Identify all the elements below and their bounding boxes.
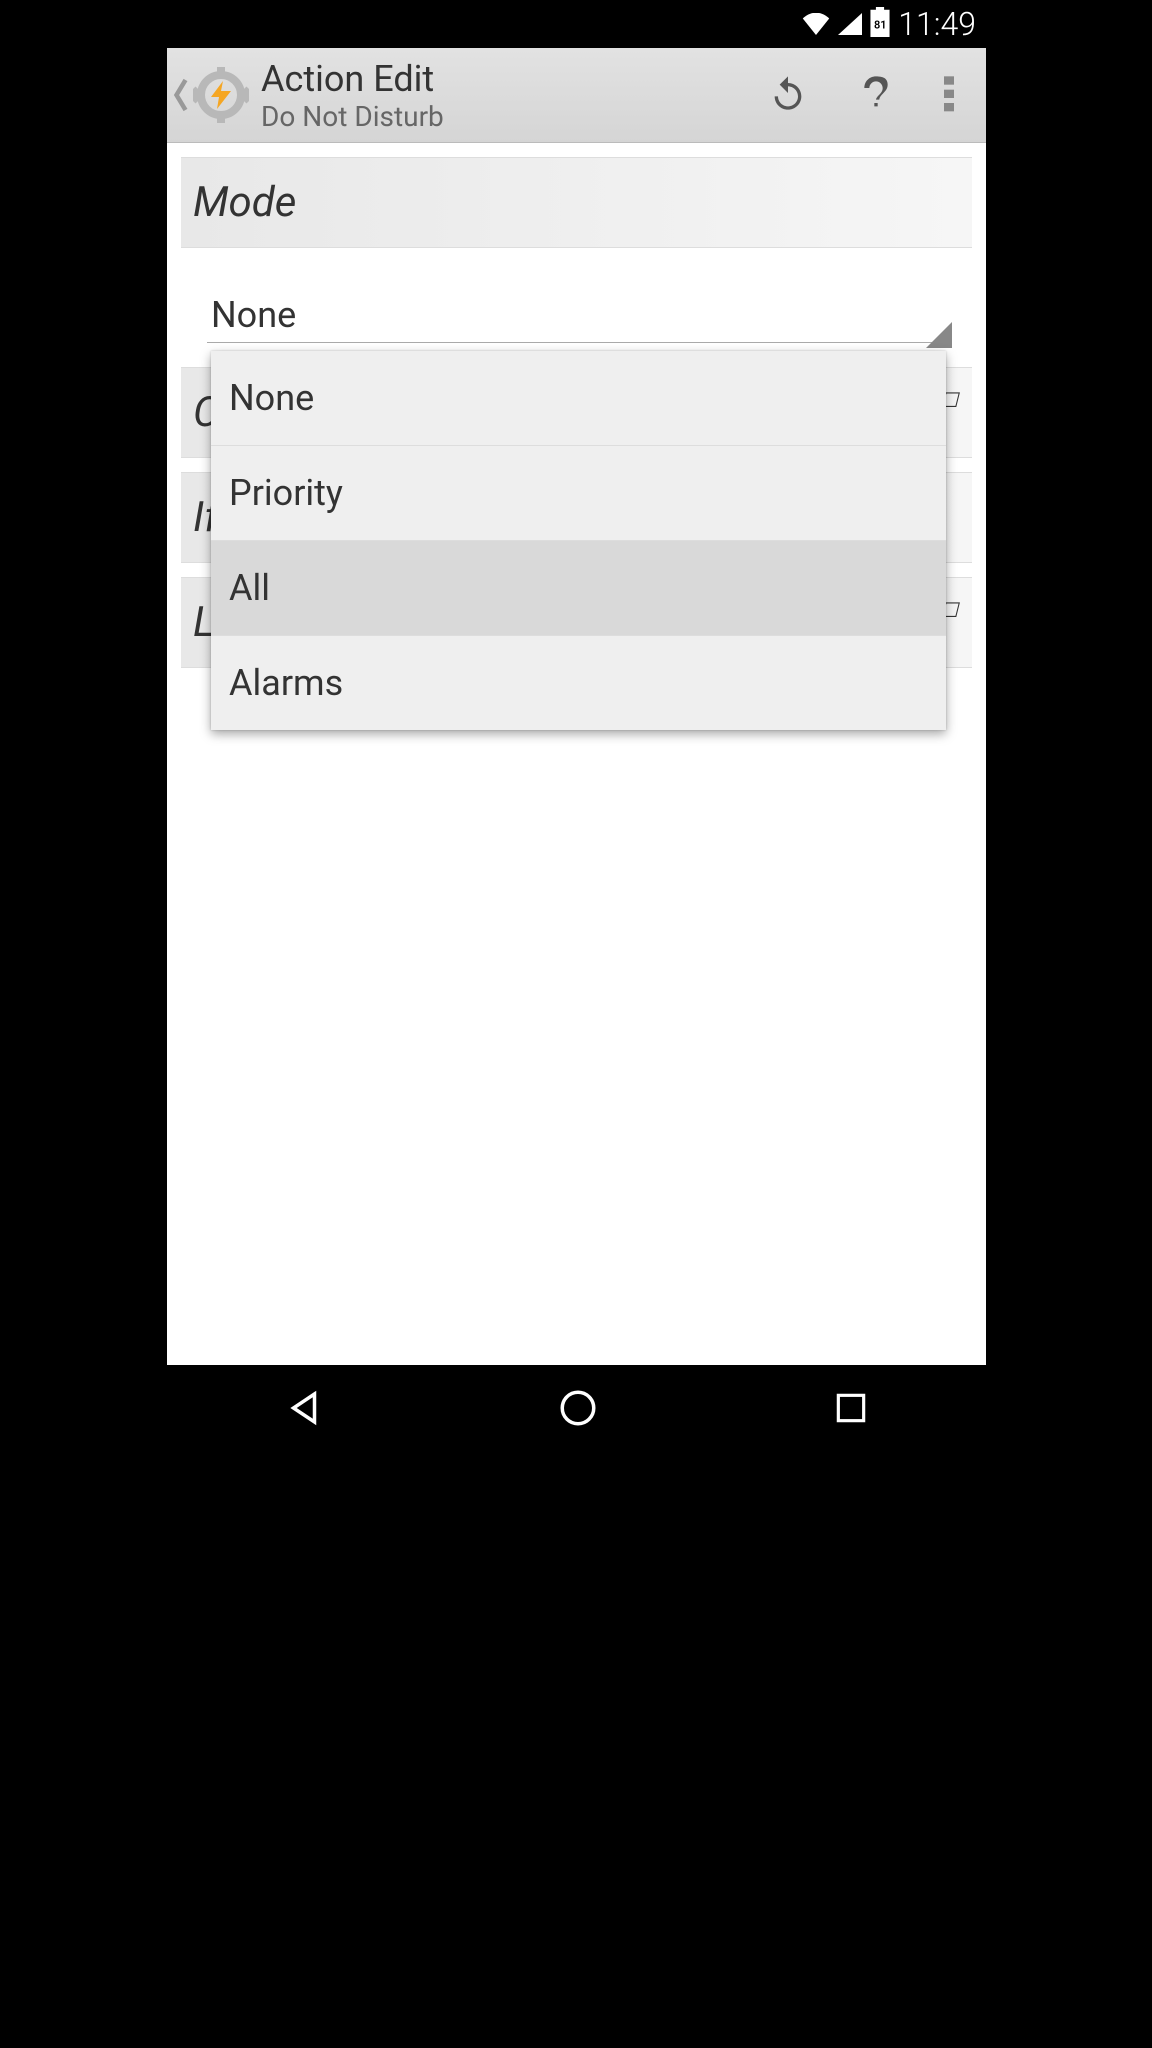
navigation-bar [167, 1365, 986, 1455]
dropdown-option-priority[interactable]: Priority [211, 446, 946, 541]
dropdown-option-alarms[interactable]: Alarms [211, 636, 946, 730]
cell-signal-icon [838, 13, 862, 35]
mode-spinner-row: None [167, 248, 986, 353]
nav-back-icon[interactable] [283, 1387, 325, 1433]
section-header-mode: Mode [181, 157, 972, 248]
help-icon[interactable] [856, 73, 896, 117]
device-frame: 81 11:49 [167, 0, 986, 1455]
dropdown-option-all[interactable]: All [211, 541, 946, 636]
back-button[interactable] [167, 77, 191, 113]
overflow-menu-icon[interactable] [944, 73, 954, 117]
app-logo-icon[interactable] [193, 67, 249, 123]
battery-icon: 81 [870, 7, 890, 41]
status-bar: 81 11:49 [167, 0, 986, 48]
app-bar: Action Edit Do Not Disturb [167, 48, 986, 143]
battery-level: 81 [874, 19, 887, 32]
nav-home-icon[interactable] [557, 1387, 599, 1433]
mode-spinner-value: None [211, 294, 296, 336]
mode-spinner[interactable]: None [207, 288, 946, 343]
dropdown-option-none[interactable]: None [211, 351, 946, 446]
app-bar-titles: Action Edit Do Not Disturb [261, 58, 768, 133]
mode-dropdown-popup: None Priority All Alarms [211, 351, 946, 730]
nav-recent-icon[interactable] [832, 1389, 870, 1431]
app-bar-subtitle: Do Not Disturb [261, 100, 768, 133]
spinner-caret-icon [926, 322, 952, 348]
app-bar-title: Action Edit [261, 58, 768, 100]
status-time: 11:49 [898, 5, 976, 43]
app-bar-actions [768, 73, 986, 117]
wifi-icon [802, 13, 830, 35]
content-area: Mode None C ☐ If L ☐ None Priority All A… [167, 157, 986, 668]
undo-icon[interactable] [768, 73, 808, 117]
